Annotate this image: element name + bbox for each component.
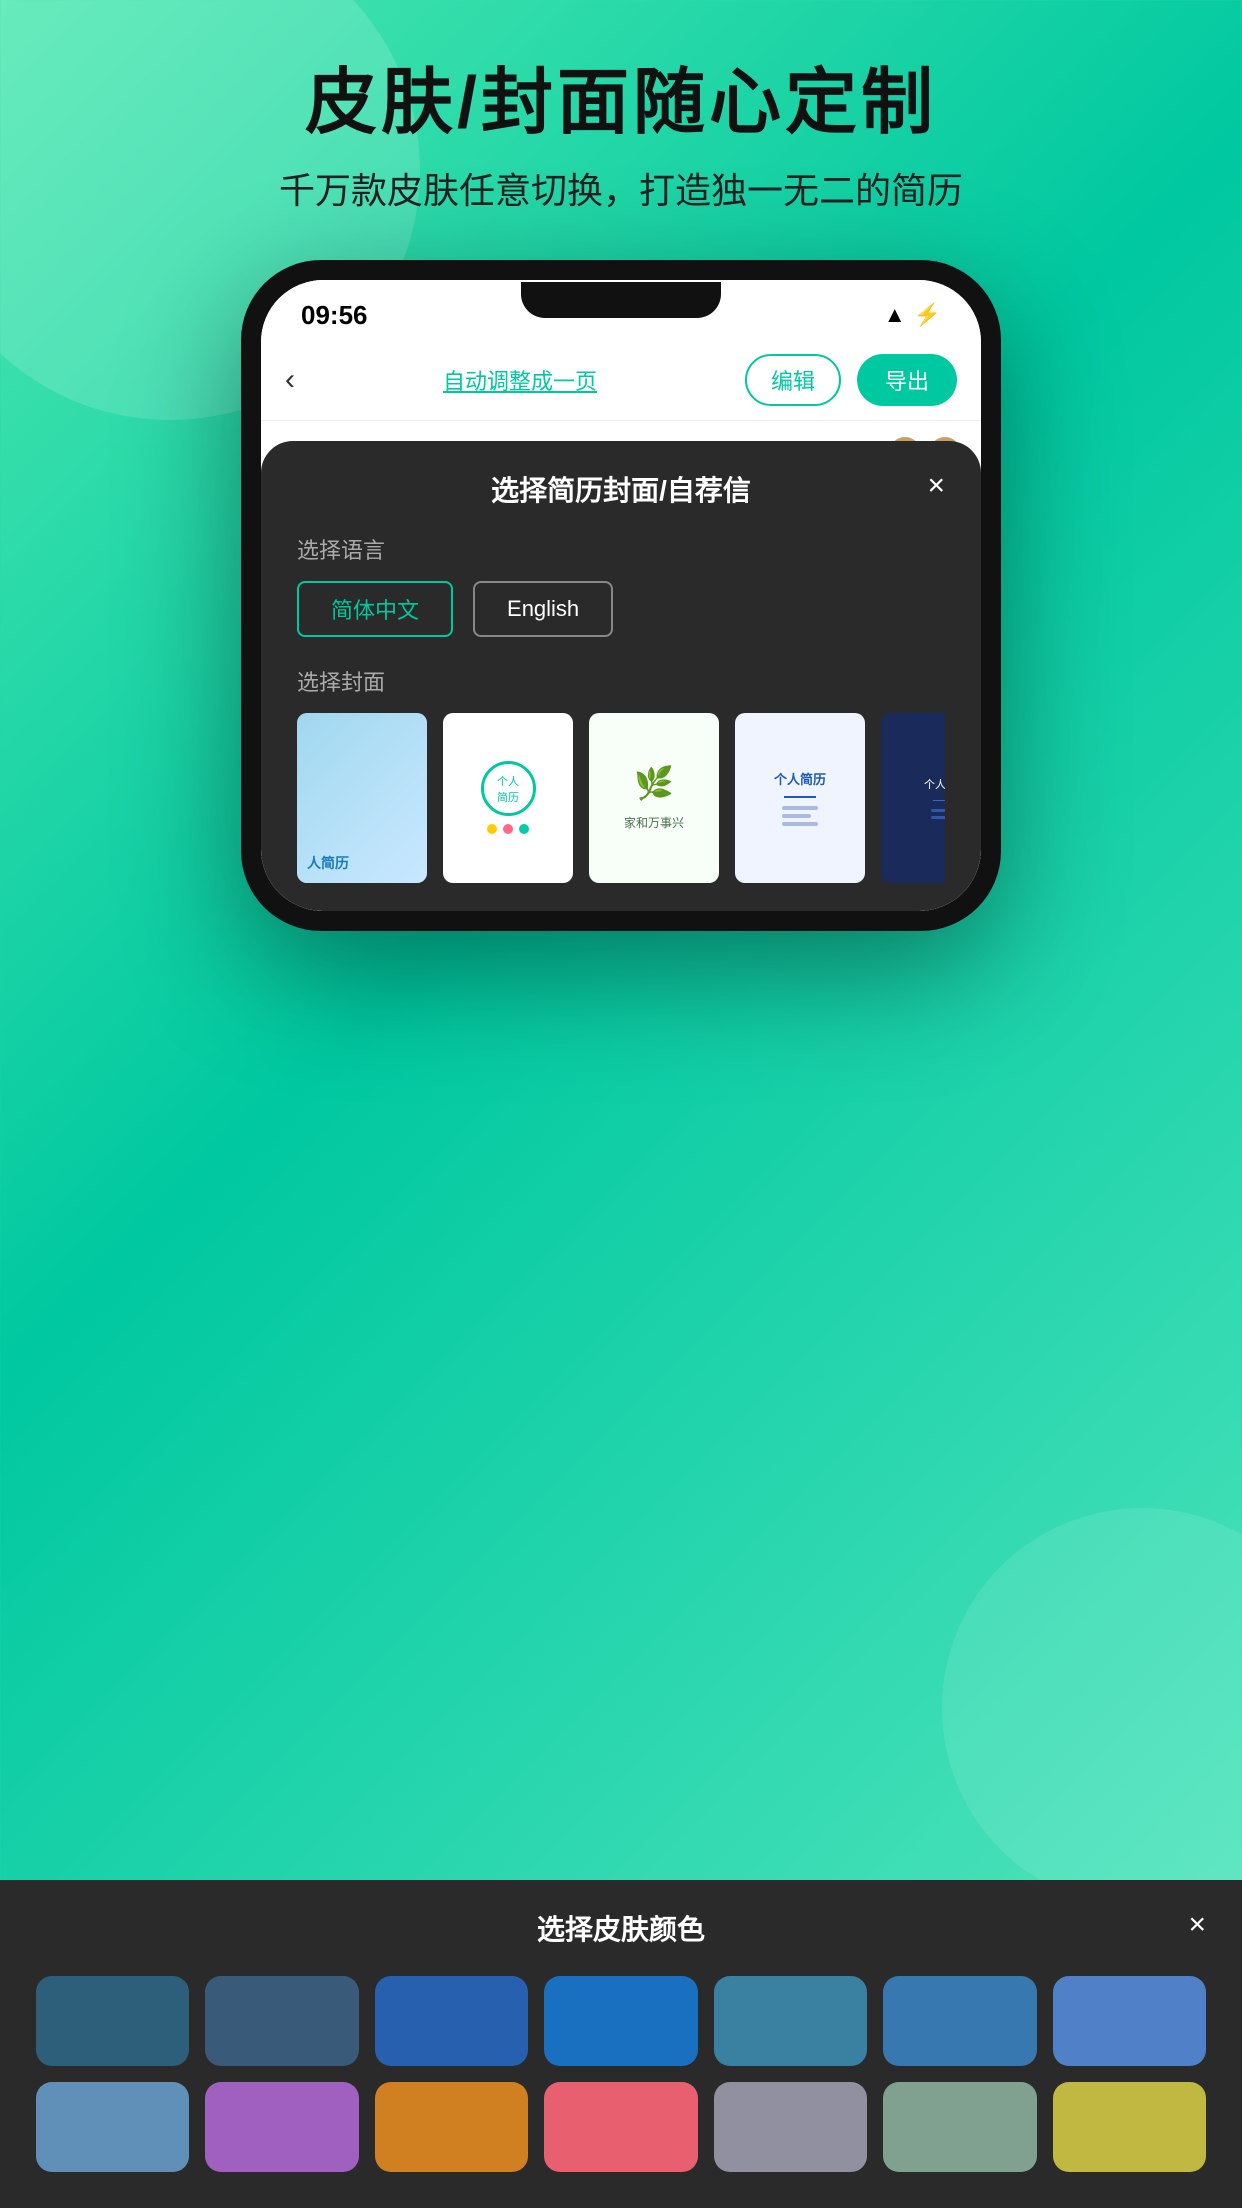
cover-thumb-5[interactable]: 个人简历 [881, 713, 945, 883]
color-swatch-6[interactable] [883, 1976, 1036, 2066]
lang-en-button[interactable]: English [473, 581, 613, 637]
app-toolbar: ‹ 自动调整成一页 编辑 导出 [261, 340, 981, 421]
cover-modal-close[interactable]: × [927, 469, 945, 503]
battery-icon: ⚡ [914, 302, 941, 328]
lang-buttons: 简体中文 English [297, 581, 945, 637]
cover-4-lines [782, 806, 818, 826]
phone-mockup: 09:56 ▲ ⚡ ‹ 自动调整成一页 编辑 导出 个人简历 给我 [241, 260, 1001, 931]
cover-5-label: 个人简历 [924, 776, 945, 792]
color-swatch-2[interactable] [205, 1976, 358, 2066]
color-swatch-3[interactable] [375, 1976, 528, 2066]
header-section: 皮肤/封面随心定制 千万款皮肤任意切换，打造独一无二的简历 [0, 0, 1242, 254]
color-swatch-9[interactable] [205, 2082, 358, 2172]
cover-2-dots [487, 824, 529, 834]
skin-modal-title: 选择皮肤颜色 [36, 1908, 1206, 1948]
cover-select-modal: 选择简历封面/自荐信 × 选择语言 简体中文 English 选择封面 人简历 [261, 441, 981, 911]
status-time: 09:56 [301, 300, 368, 331]
cover-thumb-4[interactable]: 个人简历 [735, 713, 865, 883]
cover-2-circle: 个人简历 [481, 761, 536, 816]
cover-thumb-2[interactable]: 个人简历 [443, 713, 573, 883]
cover-thumb-3[interactable]: 🌿 家和万事兴 [589, 713, 719, 883]
header-subtitle: 千万款皮肤任意切换，打造独一无二的简历 [0, 162, 1242, 214]
lang-label: 选择语言 [297, 533, 945, 565]
edit-button[interactable]: 编辑 [745, 354, 841, 406]
header-title: 皮肤/封面随心定制 [0, 60, 1242, 146]
cover-modal-title: 选择简历封面/自荐信 [297, 469, 945, 509]
skin-modal-close[interactable]: × [1188, 1908, 1206, 1942]
color-swatches [36, 1976, 1206, 2172]
skin-color-modal: 选择皮肤颜色 × [0, 1880, 1242, 2208]
color-swatch-4[interactable] [544, 1976, 697, 2066]
color-swatch-14[interactable] [1053, 2082, 1206, 2172]
status-icons: ▲ ⚡ [884, 302, 941, 328]
cover-4-label: 个人简历 [774, 769, 826, 788]
export-button[interactable]: 导出 [857, 354, 957, 406]
cover-1-label: 人简历 [307, 853, 349, 873]
cover-5-lines [931, 809, 945, 819]
cover-thumbnails: 人简历 个人简历 [297, 713, 945, 883]
color-swatch-5[interactable] [714, 1976, 867, 2066]
cover-5-line [933, 800, 945, 801]
phone-outer: 09:56 ▲ ⚡ ‹ 自动调整成一页 编辑 导出 个人简历 给我 [241, 260, 1001, 931]
phone-screen: 09:56 ▲ ⚡ ‹ 自动调整成一页 编辑 导出 个人简历 给我 [261, 280, 981, 911]
phone-notch [521, 282, 721, 318]
cover-3-label: 家和万事兴 [624, 814, 684, 831]
cover-3-leaf: 🌿 [634, 764, 674, 802]
auto-adjust-link[interactable]: 自动调整成一页 [311, 364, 729, 396]
color-swatch-7[interactable] [1053, 1976, 1206, 2066]
color-swatch-1[interactable] [36, 1976, 189, 2066]
bg-decoration-2 [942, 1508, 1242, 1908]
cover-thumb-1[interactable]: 人简历 [297, 713, 427, 883]
color-swatch-13[interactable] [883, 2082, 1036, 2172]
color-swatch-8[interactable] [36, 2082, 189, 2172]
color-swatch-12[interactable] [714, 2082, 867, 2172]
color-swatch-11[interactable] [544, 2082, 697, 2172]
back-button[interactable]: ‹ [285, 363, 295, 397]
color-swatch-10[interactable] [375, 2082, 528, 2172]
cover-select-label: 选择封面 [297, 665, 945, 697]
lang-zh-button[interactable]: 简体中文 [297, 581, 453, 637]
cover-4-line [784, 796, 815, 798]
wifi-icon: ▲ [884, 302, 906, 328]
